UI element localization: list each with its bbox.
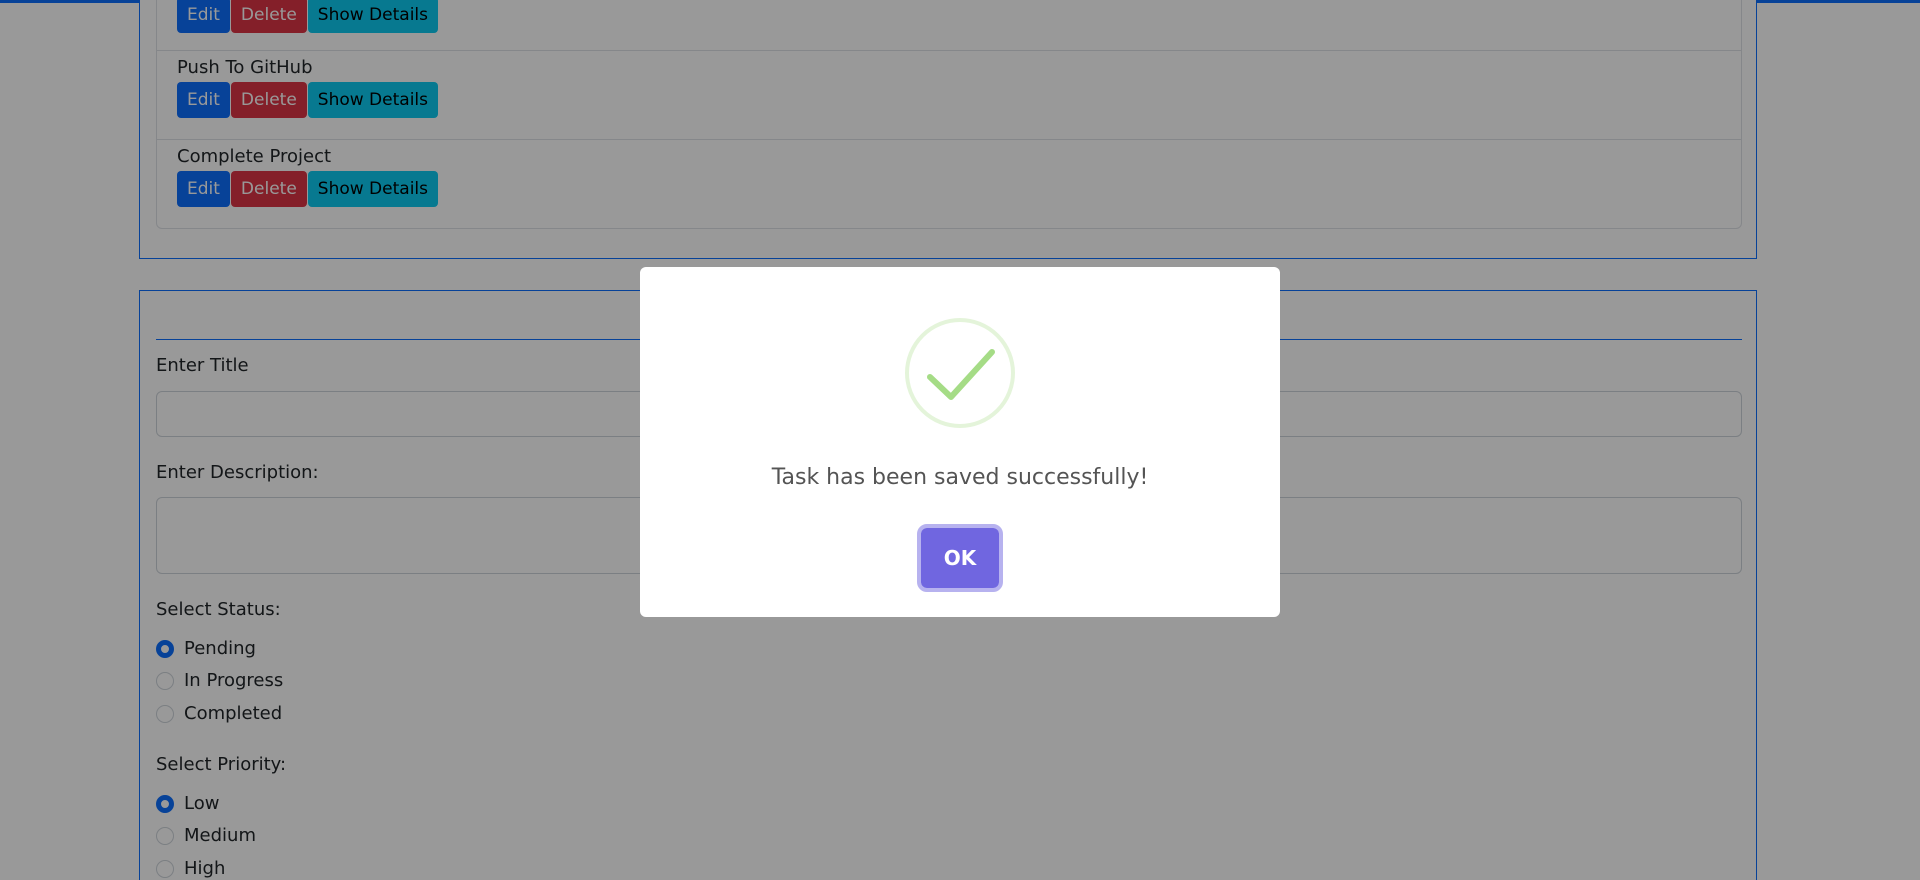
ok-button[interactable]: OK	[917, 524, 1003, 592]
success-dialog: Task has been saved successfully! OK	[640, 267, 1280, 617]
success-check-icon	[905, 318, 1015, 428]
dialog-message: Task has been saved successfully!	[771, 465, 1149, 490]
